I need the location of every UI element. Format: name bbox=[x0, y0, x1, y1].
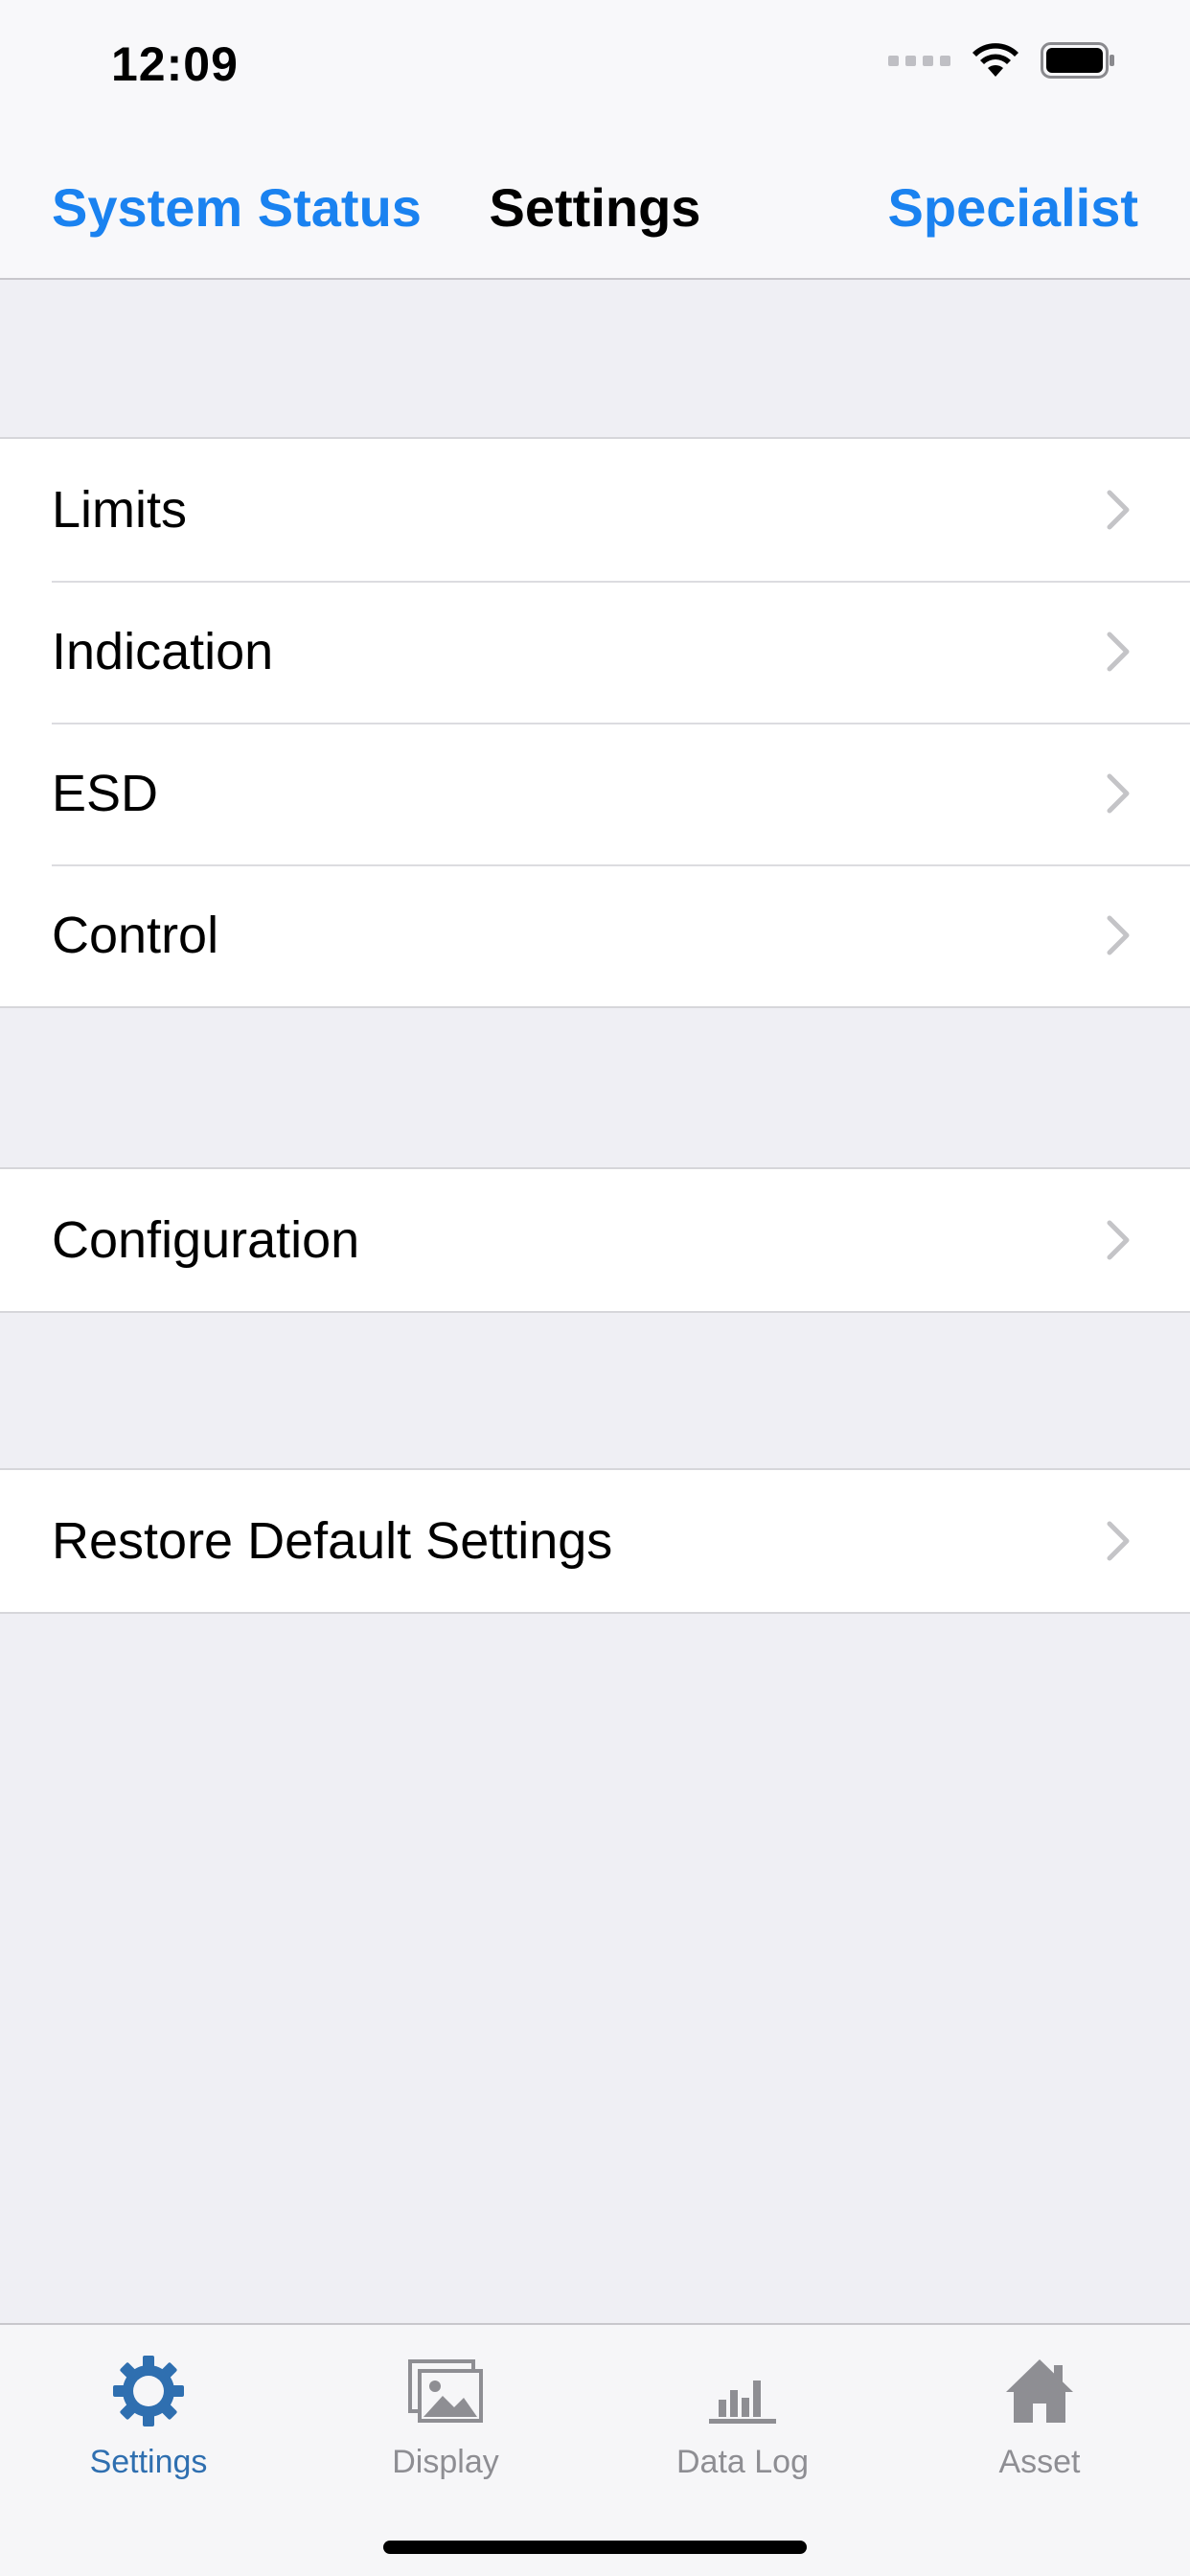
gear-icon bbox=[113, 2356, 184, 2426]
list-item-indication[interactable]: Indication bbox=[0, 581, 1190, 723]
image-icon bbox=[408, 2359, 483, 2423]
settings-group-configuration: Configuration bbox=[0, 1167, 1190, 1313]
tab-label: Asset bbox=[998, 2444, 1081, 2480]
settings-group-restore: Restore Default Settings bbox=[0, 1468, 1190, 1614]
tab-data-log[interactable]: Data Log bbox=[594, 2352, 891, 2515]
chevron-right-icon bbox=[1107, 1220, 1130, 1260]
list-item-restore-default-settings[interactable]: Restore Default Settings bbox=[0, 1470, 1190, 1612]
wifi-icon bbox=[973, 43, 1018, 77]
navigation-bar: Settings System Status Specialist bbox=[0, 134, 1190, 280]
tab-settings[interactable]: Settings bbox=[0, 2352, 297, 2515]
tab-display[interactable]: Display bbox=[297, 2352, 594, 2515]
list-item-esd[interactable]: ESD bbox=[0, 723, 1190, 864]
status-time: 12:09 bbox=[111, 37, 239, 91]
list-item-label: Configuration bbox=[52, 1211, 360, 1269]
signal-dots-icon bbox=[888, 55, 950, 66]
list-item-label: Restore Default Settings bbox=[52, 1512, 613, 1570]
system-status-button[interactable]: System Status bbox=[52, 176, 422, 239]
chevron-right-icon bbox=[1107, 632, 1130, 672]
home-icon bbox=[1006, 2359, 1073, 2423]
settings-group-main: Limits Indication ESD Control bbox=[0, 437, 1190, 1008]
tab-label: Settings bbox=[89, 2444, 208, 2480]
home-indicator[interactable] bbox=[383, 2541, 807, 2554]
list-item-label: Limits bbox=[52, 481, 188, 539]
list-item-limits[interactable]: Limits bbox=[0, 439, 1190, 581]
bar-chart-icon bbox=[709, 2380, 776, 2424]
list-item-configuration[interactable]: Configuration bbox=[0, 1169, 1190, 1311]
status-icons bbox=[888, 42, 1115, 79]
chevron-right-icon bbox=[1107, 1521, 1130, 1561]
tab-label: Display bbox=[392, 2444, 499, 2480]
list-item-label: ESD bbox=[52, 765, 159, 822]
tab-label: Data Log bbox=[676, 2444, 809, 2480]
chevron-right-icon bbox=[1107, 915, 1130, 955]
chevron-right-icon bbox=[1107, 773, 1130, 814]
chevron-right-icon bbox=[1107, 490, 1130, 530]
list-item-label: Control bbox=[52, 907, 219, 964]
list-item-control[interactable]: Control bbox=[0, 864, 1190, 1006]
status-bar: 12:09 bbox=[0, 0, 1190, 134]
list-item-label: Indication bbox=[52, 623, 274, 680]
specialist-button[interactable]: Specialist bbox=[888, 176, 1138, 239]
tab-bar: Settings Display Data Log Asset bbox=[0, 2323, 1190, 2576]
battery-icon bbox=[1041, 42, 1114, 79]
settings-screen: 12:09 Settings System Status Specialist … bbox=[0, 0, 1190, 2576]
tab-asset[interactable]: Asset bbox=[891, 2352, 1188, 2515]
